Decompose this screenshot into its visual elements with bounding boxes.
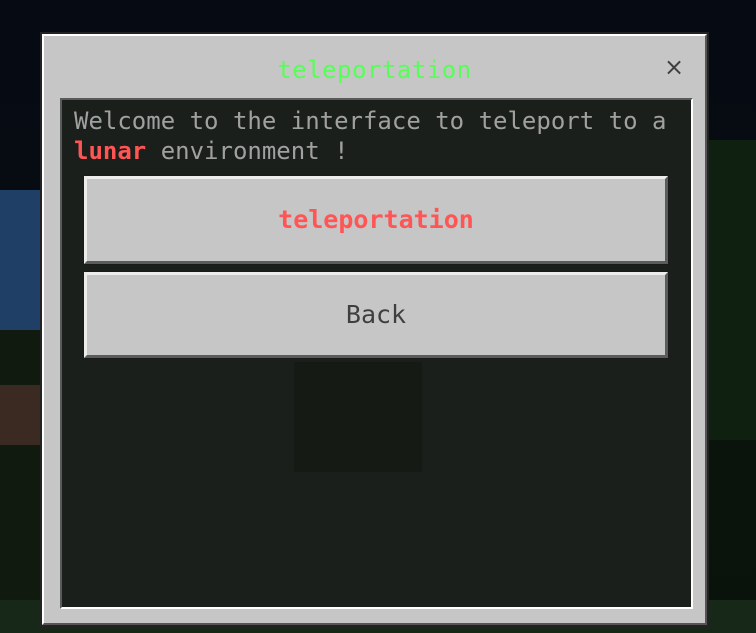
back-button-label: Back (345, 300, 407, 329)
dirt-block (0, 385, 45, 445)
teleportation-button-label: teleportation (278, 205, 474, 234)
welcome-text-suffix: environment ! (160, 137, 349, 165)
dialog-title: teleportation (277, 56, 472, 84)
dialog-content-panel: Welcome to the interface to teleport to … (60, 98, 693, 609)
welcome-message: Welcome to the interface to teleport to … (74, 106, 682, 166)
welcome-highlight-lunar: lunar (74, 137, 147, 165)
close-icon[interactable]: × (661, 54, 687, 80)
teleportation-button[interactable]: teleportation (84, 176, 668, 264)
welcome-text-prefix: Welcome to the interface to teleport to … (74, 107, 667, 135)
back-button[interactable]: Back (84, 272, 668, 358)
teleport-dialog: teleportation × Welcome to the interface… (42, 34, 707, 625)
